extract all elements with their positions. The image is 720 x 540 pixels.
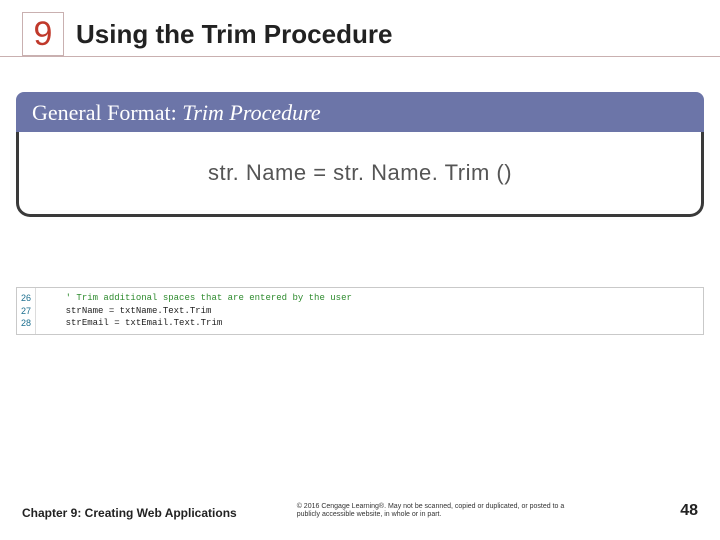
chapter-number: 9	[34, 15, 53, 54]
slide: 9 Using the Trim Procedure General Forma…	[0, 0, 720, 540]
chapter-number-box: 9	[22, 12, 64, 56]
line-number: 28	[21, 317, 31, 330]
figure-banner-topic: Trim Procedure	[182, 100, 320, 125]
copyright-text: © 2016 Cengage Learning®. May not be sca…	[297, 503, 577, 521]
figure-body: str. Name = str. Name. Trim ()	[16, 132, 704, 217]
code-line: ' Trim additional spaces that are entere…	[44, 292, 352, 305]
page-number: 48	[680, 502, 698, 520]
code-line: strName = txtName.Text.Trim	[44, 305, 352, 318]
slide-footer: Chapter 9: Creating Web Applications © 2…	[0, 502, 720, 520]
chapter-title: Chapter 9: Creating Web Applications	[22, 506, 237, 520]
figure-formula: str. Name = str. Name. Trim ()	[208, 160, 512, 185]
general-format-figure: General Format: Trim Procedure str. Name…	[16, 92, 704, 217]
code-body: ' Trim additional spaces that are entere…	[36, 288, 360, 334]
figure-banner: General Format: Trim Procedure	[16, 92, 704, 135]
slide-header: 9 Using the Trim Procedure	[0, 0, 720, 57]
line-number: 26	[21, 292, 31, 305]
line-number: 27	[21, 305, 31, 318]
slide-title: Using the Trim Procedure	[76, 19, 392, 50]
figure-body-outer: str. Name = str. Name. Trim ()	[16, 135, 704, 217]
code-gutter: 262728	[17, 288, 36, 334]
code-line: strEmail = txtEmail.Text.Trim	[44, 317, 352, 330]
figure-banner-prefix: General Format:	[32, 100, 177, 125]
code-snippet: 262728 ' Trim additional spaces that are…	[16, 287, 704, 335]
